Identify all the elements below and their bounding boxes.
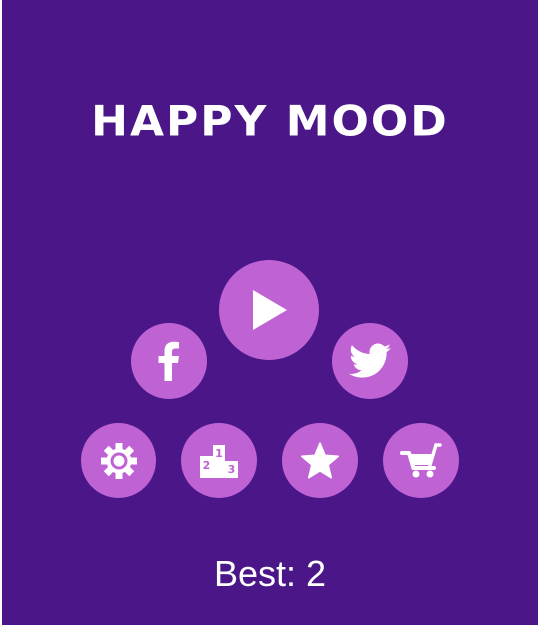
game-screen: HAPPY MOOD 2 1 3 Best: 2 [2, 0, 538, 625]
cart-icon [400, 442, 442, 477]
podium-label-third: 3 [228, 463, 236, 476]
podium-label-first: 1 [215, 447, 223, 460]
star-icon [300, 441, 340, 479]
leaderboard-button[interactable]: 2 1 3 [181, 423, 257, 498]
rate-button[interactable] [282, 423, 358, 498]
podium-label-second: 2 [203, 459, 211, 472]
shop-button[interactable] [383, 423, 459, 498]
settings-button[interactable] [81, 423, 156, 498]
best-score: Best: 2 [213, 553, 327, 594]
twitter-icon [349, 343, 391, 378]
facebook-button[interactable] [131, 323, 207, 399]
facebook-icon [158, 341, 179, 381]
game-title: HAPPY MOOD [91, 97, 449, 146]
twitter-button[interactable] [332, 323, 408, 399]
play-icon [253, 290, 287, 330]
gear-icon [100, 442, 137, 479]
podium-icon: 2 1 3 [200, 444, 238, 478]
play-button[interactable] [219, 260, 319, 360]
